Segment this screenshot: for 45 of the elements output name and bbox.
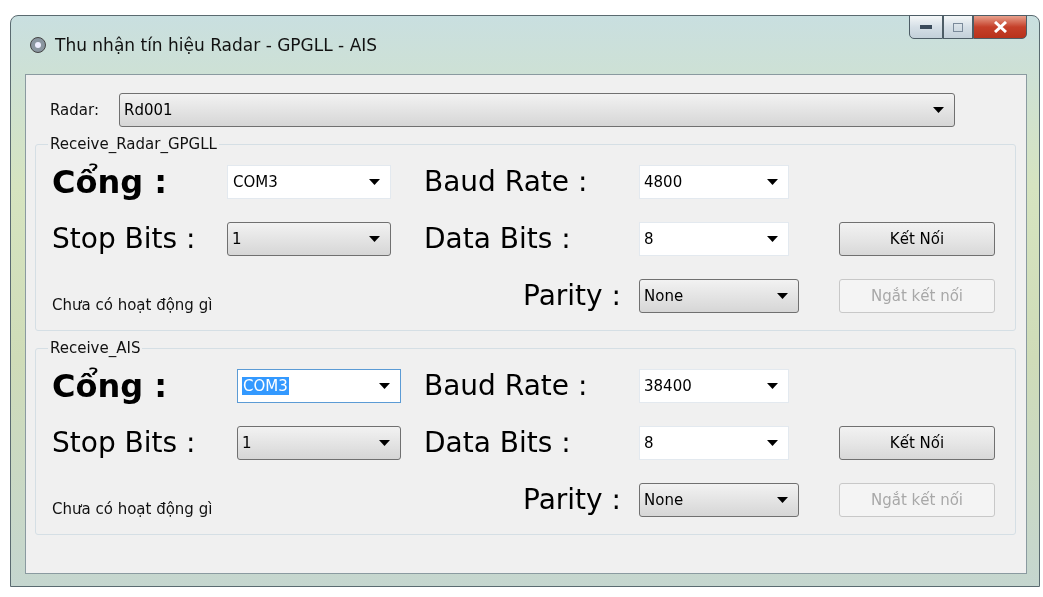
data-bits-dropdown[interactable]: 8 xyxy=(639,425,789,460)
dropdown-arrow-icon xyxy=(369,178,380,185)
window-title: Thu nhận tín hiệu Radar - GPGLL - AIS xyxy=(55,35,378,55)
stop-bits-label: Stop Bits : xyxy=(52,426,196,459)
dropdown-arrow-icon xyxy=(932,107,944,113)
dropdown-arrow-icon xyxy=(767,235,778,242)
group-title: Receive_AIS xyxy=(49,339,142,357)
parity-dropdown[interactable]: None xyxy=(639,278,799,313)
parity-label: Parity : xyxy=(523,279,622,312)
radar-dropdown[interactable]: Rd001 xyxy=(118,93,955,127)
baud-rate-label: Baud Rate : xyxy=(424,369,588,402)
stop-bits-dropdown[interactable]: 1 xyxy=(237,425,401,460)
status-text: Chưa có hoạt động gì xyxy=(52,500,214,520)
stop-bits-label: Stop Bits : xyxy=(52,222,196,255)
parity-label: Parity : xyxy=(523,483,622,516)
parity-dropdown[interactable]: None xyxy=(639,482,799,517)
port-dropdown[interactable]: COM3 xyxy=(227,164,391,199)
close-button[interactable] xyxy=(973,15,1027,39)
port-label: Cổng : xyxy=(52,162,168,201)
minimize-icon xyxy=(920,25,932,29)
radar-label: Radar: xyxy=(50,101,99,119)
dropdown-arrow-icon xyxy=(379,439,390,446)
data-bits-dropdown[interactable]: 8 xyxy=(639,221,789,256)
dropdown-arrow-icon xyxy=(379,382,390,389)
data-bits-label: Data Bits : xyxy=(424,222,571,255)
group-title: Receive_Radar_GPGLL xyxy=(49,135,218,153)
minimize-button[interactable] xyxy=(909,15,943,39)
dropdown-arrow-icon xyxy=(767,382,778,389)
dropdown-arrow-icon xyxy=(767,439,778,446)
dropdown-arrow-icon xyxy=(777,292,788,299)
connect-button[interactable]: Kết Nối xyxy=(839,221,995,256)
baud-rate-dropdown[interactable]: 38400 xyxy=(639,368,789,403)
baud-rate-label: Baud Rate : xyxy=(424,165,588,198)
data-bits-label: Data Bits : xyxy=(424,426,571,459)
maximize-icon xyxy=(953,22,963,32)
stop-bits-dropdown[interactable]: 1 xyxy=(227,221,391,256)
port-label: Cổng : xyxy=(52,366,168,405)
dropdown-arrow-icon xyxy=(369,235,380,242)
dropdown-arrow-icon xyxy=(777,496,788,503)
status-text: Chưa có hoạt động gì xyxy=(52,296,214,316)
close-icon xyxy=(993,21,1007,33)
baud-rate-dropdown[interactable]: 4800 xyxy=(639,164,789,199)
connect-button[interactable]: Kết Nối xyxy=(839,425,995,460)
maximize-button[interactable] xyxy=(943,15,973,39)
dropdown-arrow-icon xyxy=(767,178,778,185)
